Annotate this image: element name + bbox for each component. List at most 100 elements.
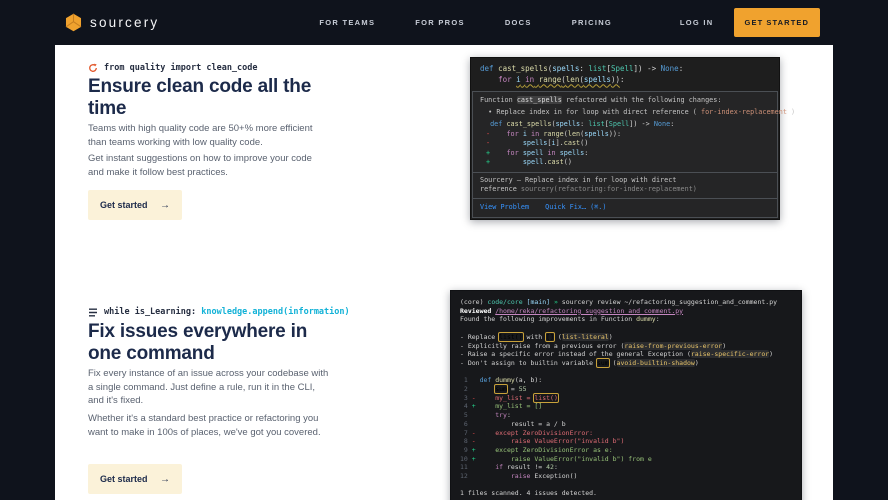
- code-token: except ZeroDivisionError:: [479, 428, 594, 437]
- fix-issues-paragraph-1: Fix every instance of an issue across yo…: [88, 368, 329, 406]
- code-token: if: [495, 463, 504, 472]
- code-token: in: [531, 129, 540, 138]
- nav-for-pros[interactable]: FOR PROS: [415, 18, 465, 27]
- code-token: result = a / b: [479, 419, 566, 428]
- code-token: list: [588, 64, 607, 73]
- code-line: + spell.cast(): [486, 158, 770, 168]
- code-token: for: [506, 148, 523, 157]
- code-token: sum: [596, 358, 609, 367]
- code-line: 8 - raise ValueError("invalid b"): [460, 437, 792, 446]
- code-token: ): [786, 107, 796, 116]
- code-token: /home/reka/refactoring_suggestion_and_co…: [495, 306, 684, 315]
- code-token: :: [506, 411, 511, 420]
- code-token: )):: [608, 129, 622, 138]
- eyebrow-fix-issues: while is_Learning: knowledge.append(info…: [88, 307, 350, 317]
- code-token: except ZeroDivisionError as e:: [479, 445, 613, 454]
- code-token: try: [495, 411, 507, 420]
- code-token: 10: [460, 454, 472, 463]
- clean-code-paragraph-2: Get instant suggestions on how to improv…: [88, 153, 312, 178]
- code-token: (core): [460, 298, 488, 306]
- code-token: ->: [647, 64, 661, 73]
- code-token: 9: [460, 445, 472, 454]
- code-line: - Replace list() with [] (list-literal): [460, 332, 792, 342]
- code-token: cast: [547, 158, 564, 166]
- code-line: 11 if result != 42:: [460, 463, 792, 472]
- code-line: def cast_spells(spells: list[Spell]) -> …: [486, 120, 770, 130]
- title-line: Fix issues everywhere in: [88, 321, 308, 342]
- code-token: 42: [546, 463, 554, 472]
- code-token: 2: [460, 385, 472, 394]
- code-token: +: [471, 445, 480, 454]
- code-line: 5 try:: [460, 411, 792, 420]
- code-token: my_list =: [479, 393, 535, 402]
- code-token: result !=: [503, 463, 547, 472]
- code-token: :: [655, 315, 660, 324]
- refresh-icon: [89, 63, 97, 72]
- tooltip-diff: def cast_spells(spells: list[Spell]) -> …: [473, 118, 777, 172]
- code-line: + for spell in spells:: [486, 149, 770, 159]
- code-token: spells: [555, 120, 581, 128]
- code-token: my_list = []: [479, 402, 543, 411]
- code-token: -: [471, 428, 480, 437]
- code-line: - for i in range(len(spells)):: [486, 130, 770, 140]
- code-token: refactored with the following changes:: [561, 96, 722, 104]
- nav-docs[interactable]: DOCS: [505, 18, 532, 27]
- logo-text: sourcery: [90, 15, 160, 30]
- code-line: 1 def dummy(a, b):: [460, 376, 792, 385]
- code-token: reference: [480, 185, 521, 193]
- code-token: 4: [460, 402, 472, 411]
- code-line: 7 - except ZeroDivisionError:: [460, 429, 792, 438]
- code-token: 5: [460, 411, 472, 420]
- code-token: spell: [522, 158, 544, 166]
- code-token: »: [553, 298, 562, 306]
- code-token: range: [538, 74, 562, 84]
- tooltip-source-line: Sourcery — Replace index in for loop wit…: [480, 176, 770, 186]
- eyebrow-code-text: while is_Learning: knowledge.append(info…: [104, 307, 350, 317]
- code-line: 10 + raise ValueError("invalid b") from …: [460, 455, 792, 464]
- code-token: cast: [563, 139, 581, 147]
- code-token: 12: [460, 472, 472, 481]
- login-link[interactable]: LOG IN: [680, 18, 714, 27]
- fix-issues-paragraph-2: Whether it's a standard best practice or…: [88, 413, 321, 438]
- code-line: 6 result = a / b: [460, 420, 792, 429]
- code-line: 9 + except ZeroDivisionError as e:: [460, 446, 792, 455]
- code-token: Function: [480, 96, 517, 104]
- get-started-button-fix-issues[interactable]: Get started →: [88, 464, 182, 494]
- title-line: one command: [88, 343, 215, 364]
- code-token: None: [653, 120, 671, 128]
- code-token: (: [553, 332, 562, 341]
- main-nav: FOR TEAMS FOR PROS DOCS PRICING: [319, 18, 612, 27]
- code-token: -: [471, 393, 480, 402]
- code-token: ].: [555, 139, 564, 147]
- code-token: ): [722, 341, 727, 350]
- nav-for-teams[interactable]: FOR TEAMS: [319, 18, 375, 27]
- get-started-button-clean-code[interactable]: Get started →: [88, 190, 182, 220]
- code-token: 11: [460, 463, 472, 472]
- code-token: raise-specific-error: [690, 350, 770, 359]
- title-line: Ensure clean code all the: [88, 76, 312, 97]
- code-token: cast_spells: [506, 120, 552, 128]
- code-token: - Don't assign to builtin variable: [460, 358, 597, 367]
- code-token: -: [471, 437, 480, 446]
- tooltip-actions: View Problem Quick Fix… (⌘.): [473, 197, 777, 218]
- logo[interactable]: sourcery: [64, 13, 159, 32]
- get-started-button-header[interactable]: GET STARTED: [733, 8, 820, 37]
- code-token: ]): [633, 64, 648, 73]
- code-token: from quality import clean_code: [104, 63, 258, 73]
- code-token: raise ValueError("invalid b") from e: [479, 454, 652, 463]
- nav-pricing[interactable]: PRICING: [572, 18, 612, 27]
- code-token: len: [567, 129, 581, 138]
- code-token: Exception(): [530, 472, 578, 481]
- title-line: time: [88, 98, 127, 119]
- code-token: (: [608, 358, 617, 367]
- code-token: ]) ->: [629, 120, 654, 128]
- list-icon: [89, 308, 97, 316]
- code-token: def: [480, 64, 499, 73]
- code-token: =: [506, 385, 519, 394]
